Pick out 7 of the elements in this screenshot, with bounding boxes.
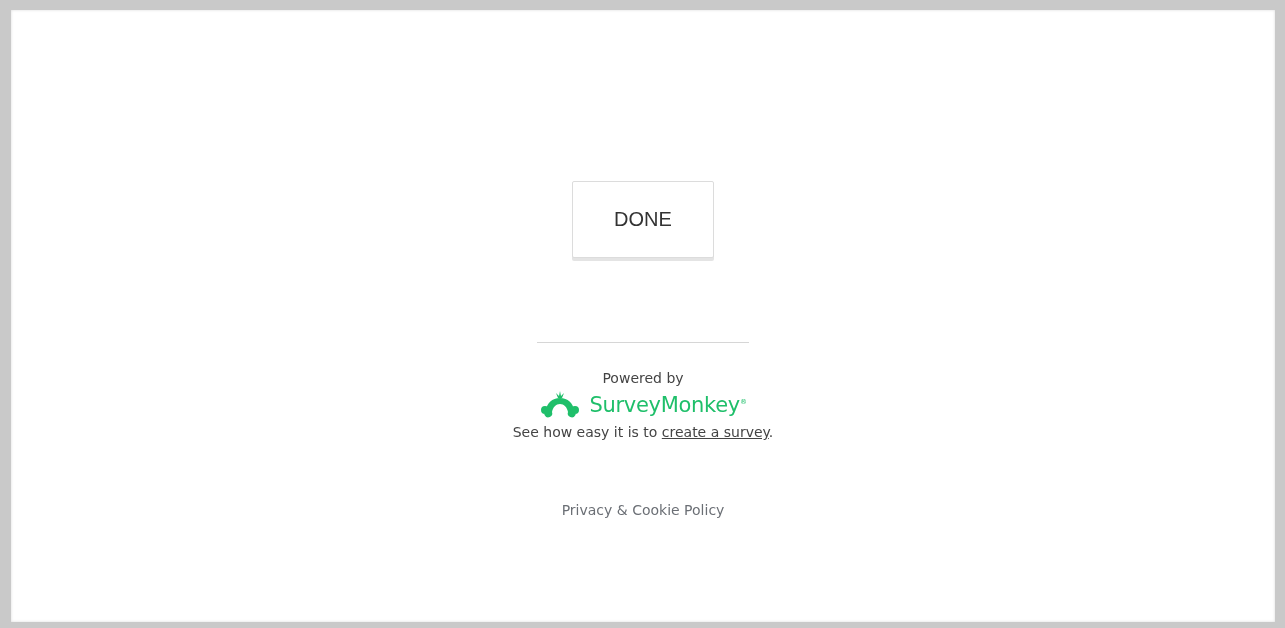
privacy-policy-link[interactable]: Privacy & Cookie Policy [561,502,725,518]
promo-sentence: See how easy it is to create a survey. [512,424,774,440]
done-button[interactable]: DONE [572,181,714,258]
create-survey-link[interactable]: create a survey [661,424,769,440]
brand-name: SurveyMonkey$^{®}$ [589,393,747,417]
monkey-logo-icon [539,390,582,420]
powered-by-text: Powered by [602,370,684,386]
